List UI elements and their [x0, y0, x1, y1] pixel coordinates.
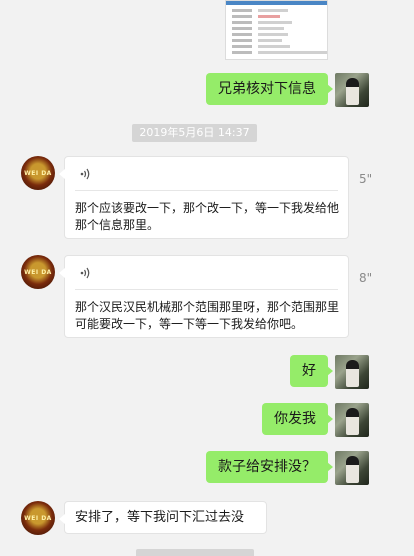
message-text: 好 — [302, 363, 316, 379]
message-text: 兄弟核对下信息 — [218, 81, 316, 97]
voice-transcript: 那个应该要改一下，那个改一下，等一下我发给他那个信息那里。 — [75, 201, 340, 232]
company-logo-avatar[interactable]: WEI DA — [21, 255, 55, 289]
message-text: 款子给安排没？ — [218, 459, 316, 475]
avatar-logo-text: WEI DA — [24, 269, 52, 276]
voice-divider — [75, 190, 338, 191]
sent-message-bubble[interactable]: 好 — [290, 355, 333, 387]
image-header-bar — [226, 1, 327, 5]
user-photo-avatar[interactable] — [335, 451, 369, 485]
message-text: 你发我 — [274, 411, 316, 427]
sent-message-bubble[interactable]: 款子给安排没？ — [206, 451, 333, 483]
voice-wave-icon — [80, 267, 90, 279]
user-photo-avatar[interactable] — [335, 73, 369, 107]
shared-image-message[interactable] — [225, 0, 328, 60]
voice-wave-icon — [80, 168, 90, 180]
company-logo-avatar[interactable]: WEI DA — [21, 156, 55, 190]
sent-message-bubble[interactable]: 你发我 — [262, 403, 333, 435]
sent-message-bubble[interactable]: 兄弟核对下信息 — [206, 73, 333, 105]
company-logo-avatar[interactable]: WEI DA — [21, 501, 55, 535]
timestamp-divider-partial — [136, 549, 254, 556]
timestamp-divider: 2019年5月6日 14:37 — [132, 124, 257, 142]
user-photo-avatar[interactable] — [335, 355, 369, 389]
voice-message-bubble[interactable]: 那个汉民汉民机械那个范围那里呀，那个范围那里可能要改一下，等一下等一下我发给你吧… — [59, 255, 349, 338]
voice-message-bubble[interactable]: 那个应该要改一下，那个改一下，等一下我发给他那个信息那里。 — [59, 156, 349, 239]
received-message-bubble[interactable]: 安排了，等下我问下汇过去没 — [59, 501, 267, 534]
user-photo-avatar[interactable] — [335, 403, 369, 437]
voice-duration: 5" — [359, 172, 373, 186]
voice-duration: 8" — [359, 271, 373, 285]
avatar-logo-text: WEI DA — [24, 515, 52, 522]
avatar-logo-text: WEI DA — [24, 170, 52, 177]
message-text: 安排了，等下我问下汇过去没 — [75, 510, 245, 525]
voice-transcript: 那个汉民汉民机械那个范围那里呀，那个范围那里可能要改一下，等一下等一下我发给你吧… — [75, 300, 340, 331]
voice-divider — [75, 289, 338, 290]
